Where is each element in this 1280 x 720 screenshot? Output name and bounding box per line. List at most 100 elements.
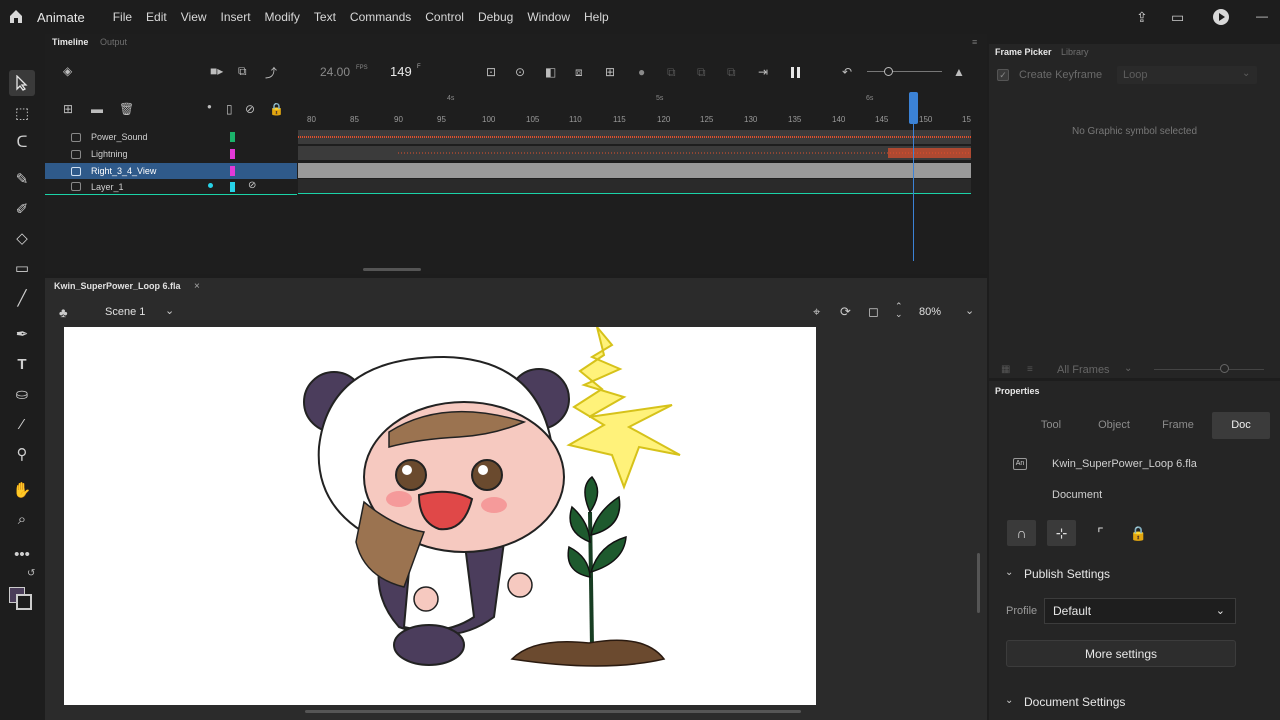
hand-tool-icon[interactable]: ✋ — [9, 477, 35, 503]
document-settings-icon[interactable]: ⊹ — [1047, 520, 1076, 546]
tween-options-icon[interactable]: ⊞ — [605, 65, 615, 79]
layer-name[interactable]: Power_Sound — [91, 132, 148, 142]
new-layer-icon[interactable]: ⊞ — [63, 102, 73, 116]
chevron-down-icon[interactable]: ⌄ — [1005, 567, 1013, 578]
menu-control[interactable]: Control — [425, 10, 464, 24]
hide-layers-icon[interactable]: ⊘ — [245, 102, 255, 116]
undo-icon[interactable]: ↶ — [842, 65, 852, 79]
list-view-icon[interactable]: ≡ — [1027, 364, 1033, 375]
more-settings-button[interactable]: More settings — [1006, 640, 1236, 667]
tab-frame-picker[interactable]: Frame Picker — [995, 47, 1052, 57]
layer-name[interactable]: Lightning — [91, 149, 128, 159]
current-frame[interactable]: 149 — [390, 64, 412, 79]
eraser-tool-icon[interactable]: ◇ — [9, 225, 35, 251]
insert-blank-keyframe-icon[interactable]: ⊙ — [515, 65, 525, 79]
timeline-scrollbar[interactable] — [363, 268, 421, 271]
snap-to-objects-icon[interactable]: ∩ — [1007, 520, 1036, 546]
lock-icon[interactable]: 🔒 — [1124, 520, 1153, 546]
layers-icon[interactable]: ◈ — [63, 64, 72, 78]
step-back-icon[interactable]: ⧉ — [727, 65, 736, 80]
paint-bucket-tool-icon[interactable]: ⛀ — [9, 381, 35, 407]
share-icon[interactable]: ⇪ — [1136, 9, 1148, 26]
swap-colors-icon[interactable]: ↺ — [27, 568, 35, 579]
minimize-icon[interactable]: — — [1256, 9, 1268, 23]
scene-selector[interactable]: Scene 1 — [105, 306, 145, 318]
document-tab[interactable]: Kwin_SuperPower_Loop 6.fla — [54, 281, 181, 291]
edit-multiple-icon[interactable]: ⧉ — [667, 65, 676, 80]
chevron-down-icon[interactable]: ⌄ — [1005, 695, 1013, 706]
camera-icon[interactable]: ■▸ — [210, 64, 223, 78]
thumbnail-size-slider[interactable] — [1154, 369, 1264, 370]
pause-icon[interactable] — [791, 67, 800, 78]
menu-modify[interactable]: Modify — [265, 10, 300, 24]
menu-view[interactable]: View — [181, 10, 207, 24]
menu-file[interactable]: File — [113, 10, 132, 24]
onion-skin-icon[interactable]: ● — [638, 65, 645, 79]
zoom-value[interactable]: 80% — [919, 306, 941, 318]
brush-tool-icon[interactable]: ✎ — [9, 166, 35, 192]
frame-span-slider-thumb[interactable] — [884, 67, 893, 76]
layer-color-marker[interactable] — [230, 132, 235, 142]
menu-help[interactable]: Help — [584, 10, 609, 24]
insert-frame-icon[interactable]: ◧ — [545, 65, 556, 79]
menu-edit[interactable]: Edit — [146, 10, 167, 24]
panel-menu-icon[interactable]: ≡ — [972, 37, 977, 47]
free-transform-tool-icon[interactable]: ⬚ — [9, 100, 35, 126]
corner-icon[interactable]: ⌜ — [1086, 520, 1115, 546]
lightning-track-frames[interactable] — [298, 146, 971, 160]
menu-text[interactable]: Text — [314, 10, 336, 24]
snap-icon[interactable]: ⌖ — [813, 304, 820, 320]
parenting-icon[interactable]: ⧉ — [238, 64, 247, 79]
pen-tool-icon[interactable]: ✒ — [9, 321, 35, 347]
stage-canvas[interactable] — [64, 327, 816, 705]
insert-keyframe-icon[interactable]: ⊡ — [486, 65, 496, 79]
lock-layers-icon[interactable]: 🔒 — [269, 102, 284, 116]
eyedropper-tool-icon[interactable]: ⁄ — [9, 411, 35, 437]
close-tab-icon[interactable]: × — [194, 281, 200, 292]
fit-frames-icon[interactable]: ▲ — [953, 65, 965, 79]
sound-track-frames[interactable] — [298, 130, 971, 144]
rectangle-tool-icon[interactable]: ▭ — [9, 255, 35, 281]
home-icon[interactable] — [8, 8, 24, 24]
tab-frame[interactable]: Frame — [1149, 412, 1207, 439]
zoom-tool-icon[interactable]: ⌕ — [9, 506, 35, 532]
layer-row[interactable]: Lightning — [45, 146, 297, 162]
layer-row-selected[interactable]: Right_3_4_View — [45, 163, 297, 179]
loop-playback-icon[interactable]: ⇥ — [758, 65, 768, 79]
clip-stage-icon[interactable]: ◻ — [868, 304, 879, 320]
layer-color-marker[interactable] — [230, 166, 235, 176]
layer-color-marker[interactable] — [230, 182, 235, 192]
zoom-dropdown-icon[interactable]: ⌄ — [965, 304, 974, 317]
menu-insert[interactable]: Insert — [221, 10, 251, 24]
rotate-stage-icon[interactable]: ⟳ — [840, 304, 851, 320]
publish-settings-header[interactable]: Publish Settings — [1024, 567, 1110, 581]
text-tool-icon[interactable]: T — [9, 351, 35, 377]
delete-layer-icon[interactable]: 🗑 — [119, 102, 134, 116]
tab-timeline[interactable]: Timeline — [52, 37, 88, 47]
properties-title[interactable]: Properties — [995, 386, 1040, 396]
tab-output[interactable]: Output — [100, 37, 127, 47]
stage-vertical-scrollbar[interactable] — [977, 553, 980, 613]
tab-doc[interactable]: Doc — [1212, 412, 1270, 439]
outline-layers-icon[interactable]: ▯ — [226, 102, 233, 116]
stage-horizontal-scrollbar[interactable] — [305, 710, 801, 713]
layer-hidden-icon[interactable]: ⊘ — [248, 180, 256, 191]
lasso-tool-icon[interactable]: ᑕ — [9, 129, 35, 155]
grid-view-icon[interactable]: ▦ — [1001, 364, 1010, 375]
stage-align-icon[interactable]: ⌃ ⌄ — [895, 302, 903, 319]
menu-debug[interactable]: Debug — [478, 10, 513, 24]
menu-commands[interactable]: Commands — [350, 10, 411, 24]
fill-color-swatch[interactable] — [16, 594, 32, 610]
layer-name[interactable]: Layer_1 — [91, 182, 124, 192]
chevron-down-icon[interactable]: ⌄ — [165, 304, 174, 317]
fps-value[interactable]: 24.00 — [320, 65, 350, 79]
layer1-track-frames[interactable] — [298, 179, 971, 194]
workspace-icon[interactable]: ▭ — [1171, 9, 1184, 26]
thumbnail-size-slider-thumb[interactable] — [1220, 364, 1229, 373]
tab-library[interactable]: Library — [1061, 47, 1089, 57]
selection-tool-icon[interactable] — [9, 70, 35, 96]
layer-color-marker[interactable] — [230, 149, 235, 159]
new-folder-icon[interactable]: ▬ — [91, 102, 103, 116]
tab-tool[interactable]: Tool — [1022, 412, 1080, 439]
right-view-track-frames[interactable] — [298, 163, 971, 178]
